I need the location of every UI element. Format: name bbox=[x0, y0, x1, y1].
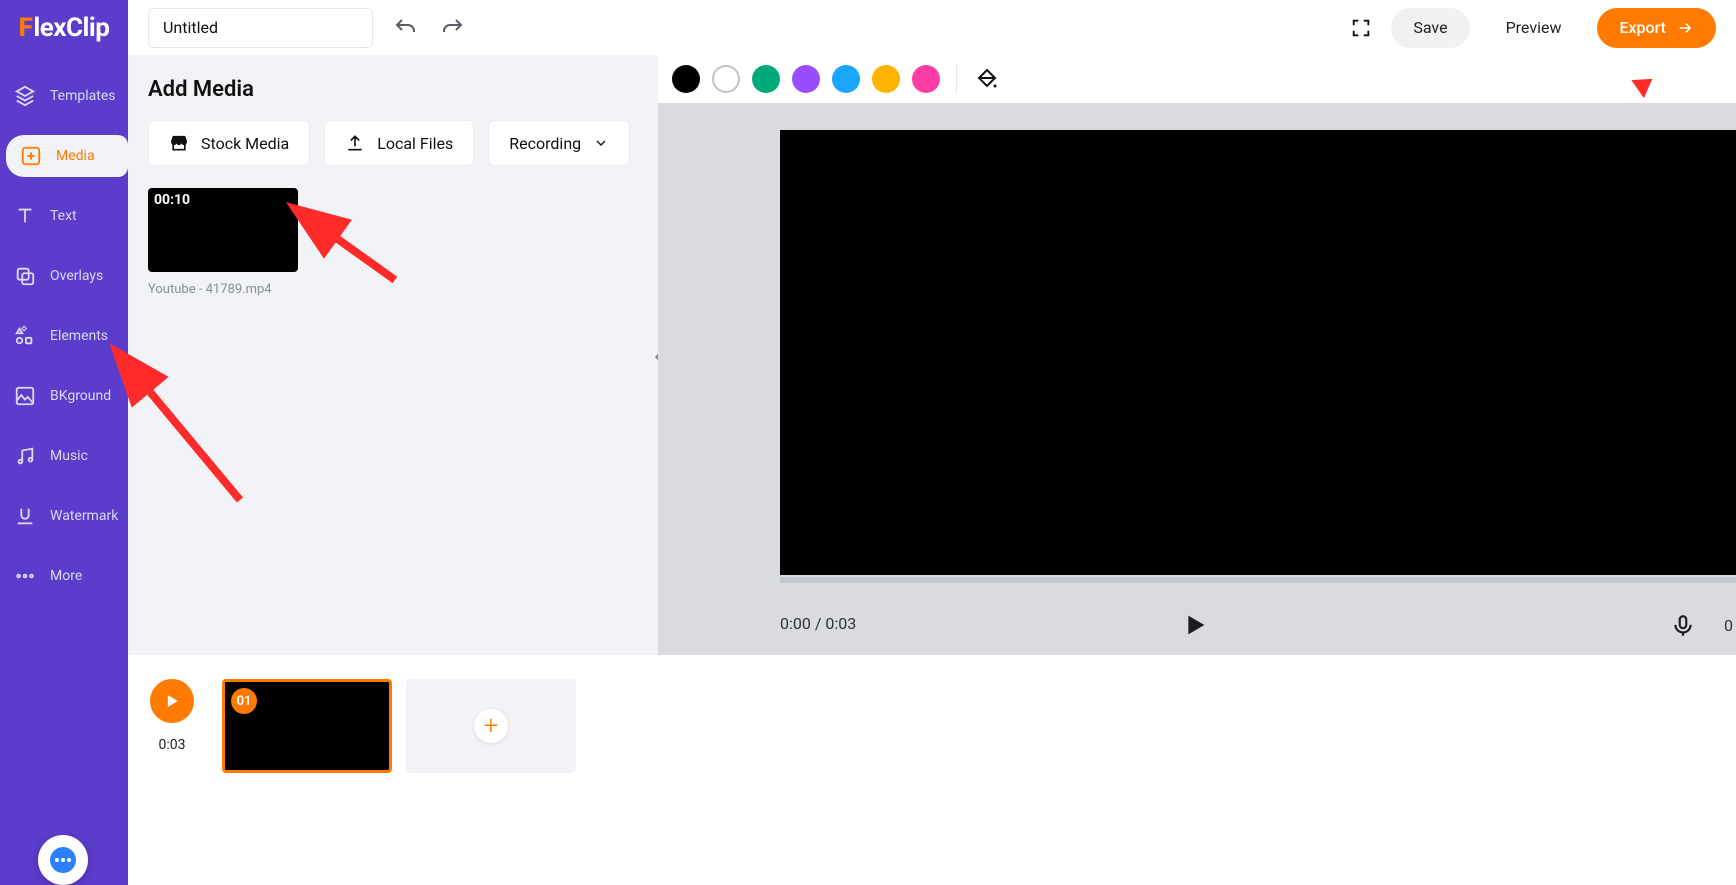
canvas-area: 0:00 / 0:03 0 bbox=[658, 55, 1736, 655]
sidebar-item-music[interactable]: Music bbox=[0, 435, 128, 477]
sidebar-item-label: Music bbox=[50, 448, 88, 464]
media-thumbnail: 00:10 bbox=[148, 188, 298, 272]
watermark-icon bbox=[14, 505, 36, 527]
export-label: Export bbox=[1619, 18, 1666, 37]
fullscreen-button[interactable] bbox=[1345, 12, 1377, 44]
sidebar-item-label: Text bbox=[50, 208, 77, 224]
sidebar-item-more[interactable]: More bbox=[0, 555, 128, 597]
media-panel-heading: Add Media bbox=[148, 77, 638, 102]
preview-button[interactable]: Preview bbox=[1484, 8, 1584, 48]
microphone-icon bbox=[1670, 613, 1696, 639]
right-time-stub: 0 bbox=[1724, 616, 1733, 635]
microphone-button[interactable] bbox=[1670, 613, 1696, 643]
paint-bucket-icon bbox=[975, 67, 999, 91]
upload-icon bbox=[345, 133, 365, 153]
text-icon bbox=[14, 205, 36, 227]
save-button[interactable]: Save bbox=[1391, 8, 1469, 48]
media-panel: Add Media Stock Media Local Files Record… bbox=[128, 55, 658, 655]
media-filename: Youtube - 41789.mp4 bbox=[148, 282, 298, 297]
swatch-divider bbox=[956, 65, 957, 93]
chevron-down-icon bbox=[593, 135, 609, 151]
sidebar-item-templates[interactable]: Templates bbox=[0, 75, 128, 117]
media-duration: 00:10 bbox=[154, 192, 190, 208]
swatch-pink[interactable] bbox=[912, 65, 940, 93]
paint-bucket-button[interactable] bbox=[973, 65, 1001, 93]
sidebar-item-media[interactable]: Media bbox=[6, 135, 128, 177]
swatch-blue[interactable] bbox=[832, 65, 860, 93]
templates-icon bbox=[14, 85, 36, 107]
sidebar-item-text[interactable]: Text bbox=[0, 195, 128, 237]
top-bar: Save Preview Export bbox=[128, 0, 1736, 55]
timeline-clip[interactable]: 01 bbox=[222, 679, 392, 773]
sidebar-item-label: Media bbox=[56, 148, 95, 164]
redo-button[interactable] bbox=[437, 12, 469, 44]
overlays-icon bbox=[14, 265, 36, 287]
music-icon bbox=[14, 445, 36, 467]
play-icon bbox=[1179, 609, 1211, 641]
sidebar-item-label: BKground bbox=[50, 388, 111, 404]
sidebar-item-label: Elements bbox=[50, 328, 108, 344]
undo-button[interactable] bbox=[389, 12, 421, 44]
swatch-black[interactable] bbox=[672, 65, 700, 93]
sidebar-item-label: Templates bbox=[50, 88, 116, 104]
left-sidebar: FlexClip Templates Media Text Overlays bbox=[0, 0, 128, 885]
stock-media-label: Stock Media bbox=[201, 134, 289, 153]
clip-index-badge: 01 bbox=[231, 688, 257, 714]
sidebar-item-watermark[interactable]: Watermark bbox=[0, 495, 128, 537]
sidebar-nav: Templates Media Text Overlays Elements bbox=[0, 55, 128, 597]
timeline-play-button[interactable] bbox=[150, 679, 194, 723]
preview-label: Preview bbox=[1506, 18, 1562, 37]
help-chat-button[interactable] bbox=[38, 835, 88, 885]
scrub-bar[interactable] bbox=[780, 577, 1736, 583]
sidebar-item-label: Overlays bbox=[50, 268, 103, 284]
media-item[interactable]: 00:10 Youtube - 41789.mp4 bbox=[148, 188, 298, 297]
export-button[interactable]: Export bbox=[1597, 8, 1716, 48]
timeline-time: 0:03 bbox=[150, 737, 194, 753]
swatch-white[interactable] bbox=[712, 65, 740, 93]
more-icon bbox=[14, 565, 36, 587]
swatch-purple[interactable] bbox=[792, 65, 820, 93]
project-title-input[interactable] bbox=[148, 8, 373, 48]
plus-icon: + bbox=[474, 709, 508, 743]
sidebar-item-overlays[interactable]: Overlays bbox=[0, 255, 128, 297]
app-logo: FlexClip bbox=[0, 0, 128, 55]
local-files-label: Local Files bbox=[377, 134, 453, 153]
stock-media-button[interactable]: Stock Media bbox=[148, 120, 310, 166]
color-swatch-bar bbox=[658, 55, 1736, 103]
play-icon bbox=[162, 691, 182, 711]
add-clip-button[interactable]: + bbox=[406, 679, 576, 773]
play-button[interactable] bbox=[1179, 609, 1215, 645]
playback-time: 0:00 / 0:03 bbox=[780, 614, 856, 633]
timeline: 0:03 01 + bbox=[128, 655, 1736, 885]
recording-button[interactable]: Recording bbox=[488, 120, 630, 166]
elements-icon bbox=[14, 325, 36, 347]
chat-icon bbox=[50, 847, 76, 873]
store-icon bbox=[169, 133, 189, 153]
sidebar-item-label: Watermark bbox=[50, 508, 118, 524]
media-icon bbox=[20, 145, 42, 167]
recording-label: Recording bbox=[509, 134, 581, 153]
local-files-button[interactable]: Local Files bbox=[324, 120, 474, 166]
bkground-icon bbox=[14, 385, 36, 407]
sidebar-item-label: More bbox=[50, 568, 82, 584]
sidebar-item-bkground[interactable]: BKground bbox=[0, 375, 128, 417]
swatch-yellow[interactable] bbox=[872, 65, 900, 93]
save-label: Save bbox=[1413, 18, 1447, 37]
sidebar-item-elements[interactable]: Elements bbox=[0, 315, 128, 357]
swatch-green[interactable] bbox=[752, 65, 780, 93]
video-stage[interactable] bbox=[780, 130, 1736, 575]
arrow-right-icon bbox=[1676, 19, 1694, 37]
